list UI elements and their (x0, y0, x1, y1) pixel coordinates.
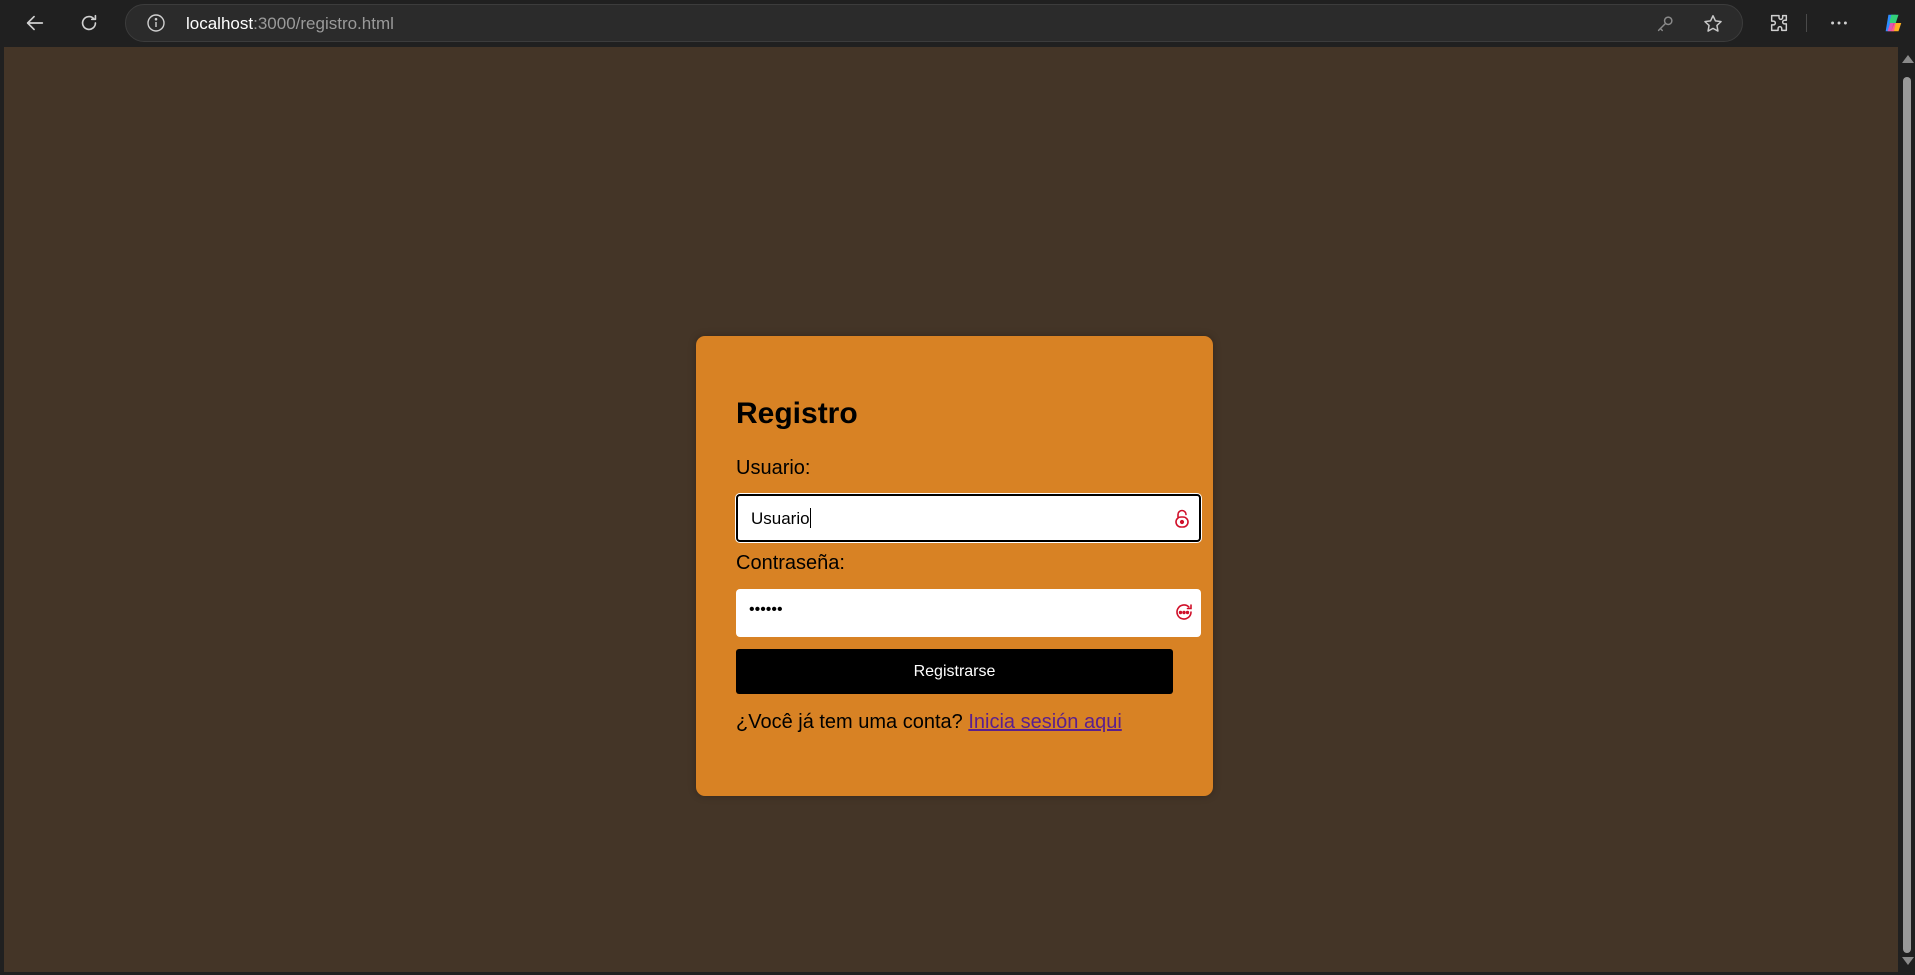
scrollbar-thumb[interactable] (1903, 77, 1911, 953)
arrow-left-icon (26, 15, 44, 31)
username-value: Usuario (751, 508, 811, 528)
copilot-icon (1885, 14, 1902, 32)
login-link[interactable]: Inicia sesión aqui (968, 711, 1121, 733)
page-scrollbar[interactable] (1898, 47, 1915, 975)
login-prompt-text: ¿Você já tem uma conta? (736, 711, 969, 733)
username-field[interactable]: Usuario (736, 494, 1201, 542)
key-icon[interactable] (1654, 13, 1676, 35)
address-bar[interactable]: localhost:3000/registro.html (125, 4, 1743, 42)
password-manager-icon[interactable] (1171, 508, 1193, 530)
info-icon[interactable] (146, 13, 166, 33)
reload-icon (81, 14, 97, 31)
password-generate-icon[interactable] (1173, 601, 1195, 623)
puzzle-icon (1770, 14, 1788, 32)
url-host: localhost (186, 14, 254, 33)
password-field[interactable]: •••••• (736, 589, 1201, 637)
url-text[interactable]: localhost:3000/registro.html (186, 14, 394, 34)
login-prompt: ¿Você já tem uma conta? Inicia sesión aq… (736, 711, 1122, 734)
toolbar-separator (1806, 14, 1807, 32)
extensions-button[interactable] (1762, 7, 1796, 39)
back-button[interactable] (18, 7, 52, 39)
star-icon[interactable] (1702, 13, 1724, 35)
reload-button[interactable] (72, 7, 106, 39)
more-icon (1831, 21, 1847, 25)
register-card: Registro Usuario: Usuario Contraseña: ••… (696, 336, 1213, 796)
page-title: Registro (736, 397, 858, 430)
url-path: :3000/registro.html (253, 14, 394, 33)
scroll-up-arrow-icon[interactable] (1902, 55, 1914, 63)
browser-toolbar: localhost:3000/registro.html (0, 0, 1915, 46)
password-label: Contraseña: (736, 552, 845, 574)
password-value: •••••• (749, 601, 783, 618)
more-button[interactable] (1822, 7, 1856, 39)
scroll-down-arrow-icon[interactable] (1902, 957, 1914, 965)
username-label: Usuario: (736, 457, 811, 479)
page-viewport: Registro Usuario: Usuario Contraseña: ••… (4, 47, 1898, 972)
copilot-button[interactable] (1876, 7, 1910, 39)
register-button[interactable]: Registrarse (736, 649, 1173, 694)
